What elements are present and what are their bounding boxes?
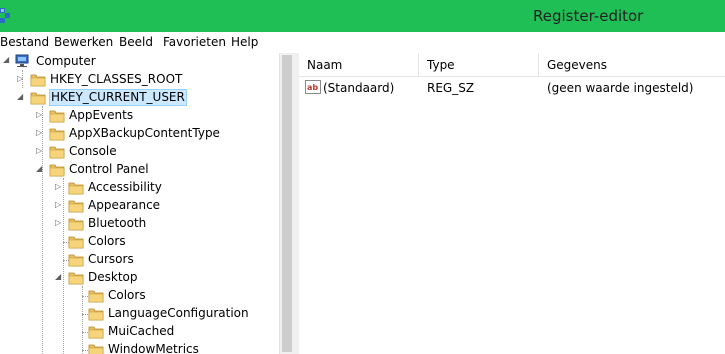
title-bar: Register-editor [0, 0, 725, 32]
menu-favorieten[interactable]: Favorieten [163, 35, 226, 49]
folder-icon [88, 326, 104, 339]
column-header-type[interactable]: Type [419, 53, 539, 77]
tree-node-label: Cursors [88, 252, 134, 266]
scrollbar-thumb[interactable] [282, 55, 292, 352]
folder-icon [88, 290, 104, 303]
tree-node-label: Bluetooth [88, 216, 147, 230]
folder-icon [30, 74, 46, 87]
menu-beeld[interactable]: Beeld [119, 35, 153, 49]
menu-bar: Bestand Bewerken Beeld Favorieten Help [0, 32, 725, 52]
window-title: Register-editor [533, 7, 644, 25]
folder-icon [68, 200, 84, 213]
column-header-gegevens[interactable]: Gegevens [539, 53, 725, 77]
menu-bewerken[interactable]: Bewerken [54, 35, 113, 49]
expand-arrow-icon[interactable]: ▷ [36, 129, 44, 137]
list-header: Naam Type Gegevens [299, 53, 725, 77]
column-label: Type [427, 58, 455, 72]
tree-node-label: WindowMetrics [108, 342, 199, 354]
collapse-arrow-icon[interactable]: ◢ [3, 56, 11, 64]
menu-bestand[interactable]: Bestand [0, 35, 49, 49]
folder-icon [68, 236, 84, 249]
tree-vertical-scrollbar[interactable] [279, 53, 293, 354]
expand-arrow-icon[interactable]: ▷ [36, 147, 44, 155]
menu-help[interactable]: Help [231, 35, 258, 49]
tree-node-label: LanguageConfiguration [108, 306, 249, 320]
tree-node-label: Appearance [88, 198, 161, 212]
value-type: REG_SZ [427, 81, 475, 95]
expand-arrow-icon[interactable]: ▷ [55, 183, 63, 191]
tree-node-label: Colors [108, 288, 146, 302]
tree-connector [42, 106, 43, 354]
list-row[interactable]: ab (Standaard) REG_SZ (geen waarde inges… [299, 78, 725, 98]
collapse-arrow-icon[interactable]: ◢ [17, 93, 25, 101]
registry-tree[interactable]: ◢ Computer ▷ HKEY_CLASSES_ROOT ◢ HKEY_CURRE… [0, 53, 279, 354]
expand-arrow-icon[interactable]: ▷ [55, 201, 63, 209]
tree-label-computer: Computer [36, 54, 96, 68]
folder-icon [49, 110, 65, 123]
tree-node-label: AppXBackupContentType [69, 126, 220, 140]
tree-node-label: Accessibility [88, 180, 162, 194]
values-list[interactable]: Naam Type Gegevens ab (Standaard) REG_SZ… [299, 53, 725, 354]
value-name: (Standaard) [323, 81, 395, 95]
svg-text:ab: ab [307, 83, 318, 92]
tree-node-label: Colors [88, 234, 126, 248]
folder-icon [68, 254, 84, 267]
tree-connector [63, 178, 64, 354]
collapse-arrow-icon[interactable]: ◢ [55, 273, 63, 281]
expand-arrow-icon[interactable]: ▷ [55, 219, 63, 227]
folder-icon [68, 218, 84, 231]
regedit-app-icon[interactable] [0, 6, 12, 26]
tree-node-label: Control Panel [69, 162, 149, 176]
tree-node-label: HKEY_CLASSES_ROOT [50, 72, 183, 86]
folder-icon [88, 344, 104, 354]
computer-icon [15, 54, 29, 67]
value-data: (geen waarde ingesteld) [547, 81, 694, 95]
tree-node-label: MuiCached [108, 324, 175, 338]
tree-node-label: HKEY_CURRENT_USER [49, 89, 187, 106]
column-label: Gegevens [547, 58, 608, 72]
folder-icon [68, 272, 84, 285]
tree-node-label: Console [69, 144, 117, 158]
expand-arrow-icon[interactable]: ▷ [17, 75, 25, 83]
collapse-arrow-icon[interactable]: ◢ [36, 165, 44, 173]
tree-node-label: AppEvents [69, 108, 134, 122]
expand-arrow-icon[interactable]: ▷ [36, 111, 44, 119]
string-value-icon: ab [305, 80, 321, 94]
folder-icon [68, 182, 84, 195]
folder-icon [88, 308, 104, 321]
folder-icon [49, 164, 65, 177]
column-header-naam[interactable]: Naam [299, 53, 419, 77]
folder-icon [30, 92, 46, 105]
folder-icon [49, 146, 65, 159]
column-label: Naam [307, 58, 343, 72]
folder-icon [49, 128, 65, 141]
tree-node-label: Desktop [88, 270, 138, 284]
